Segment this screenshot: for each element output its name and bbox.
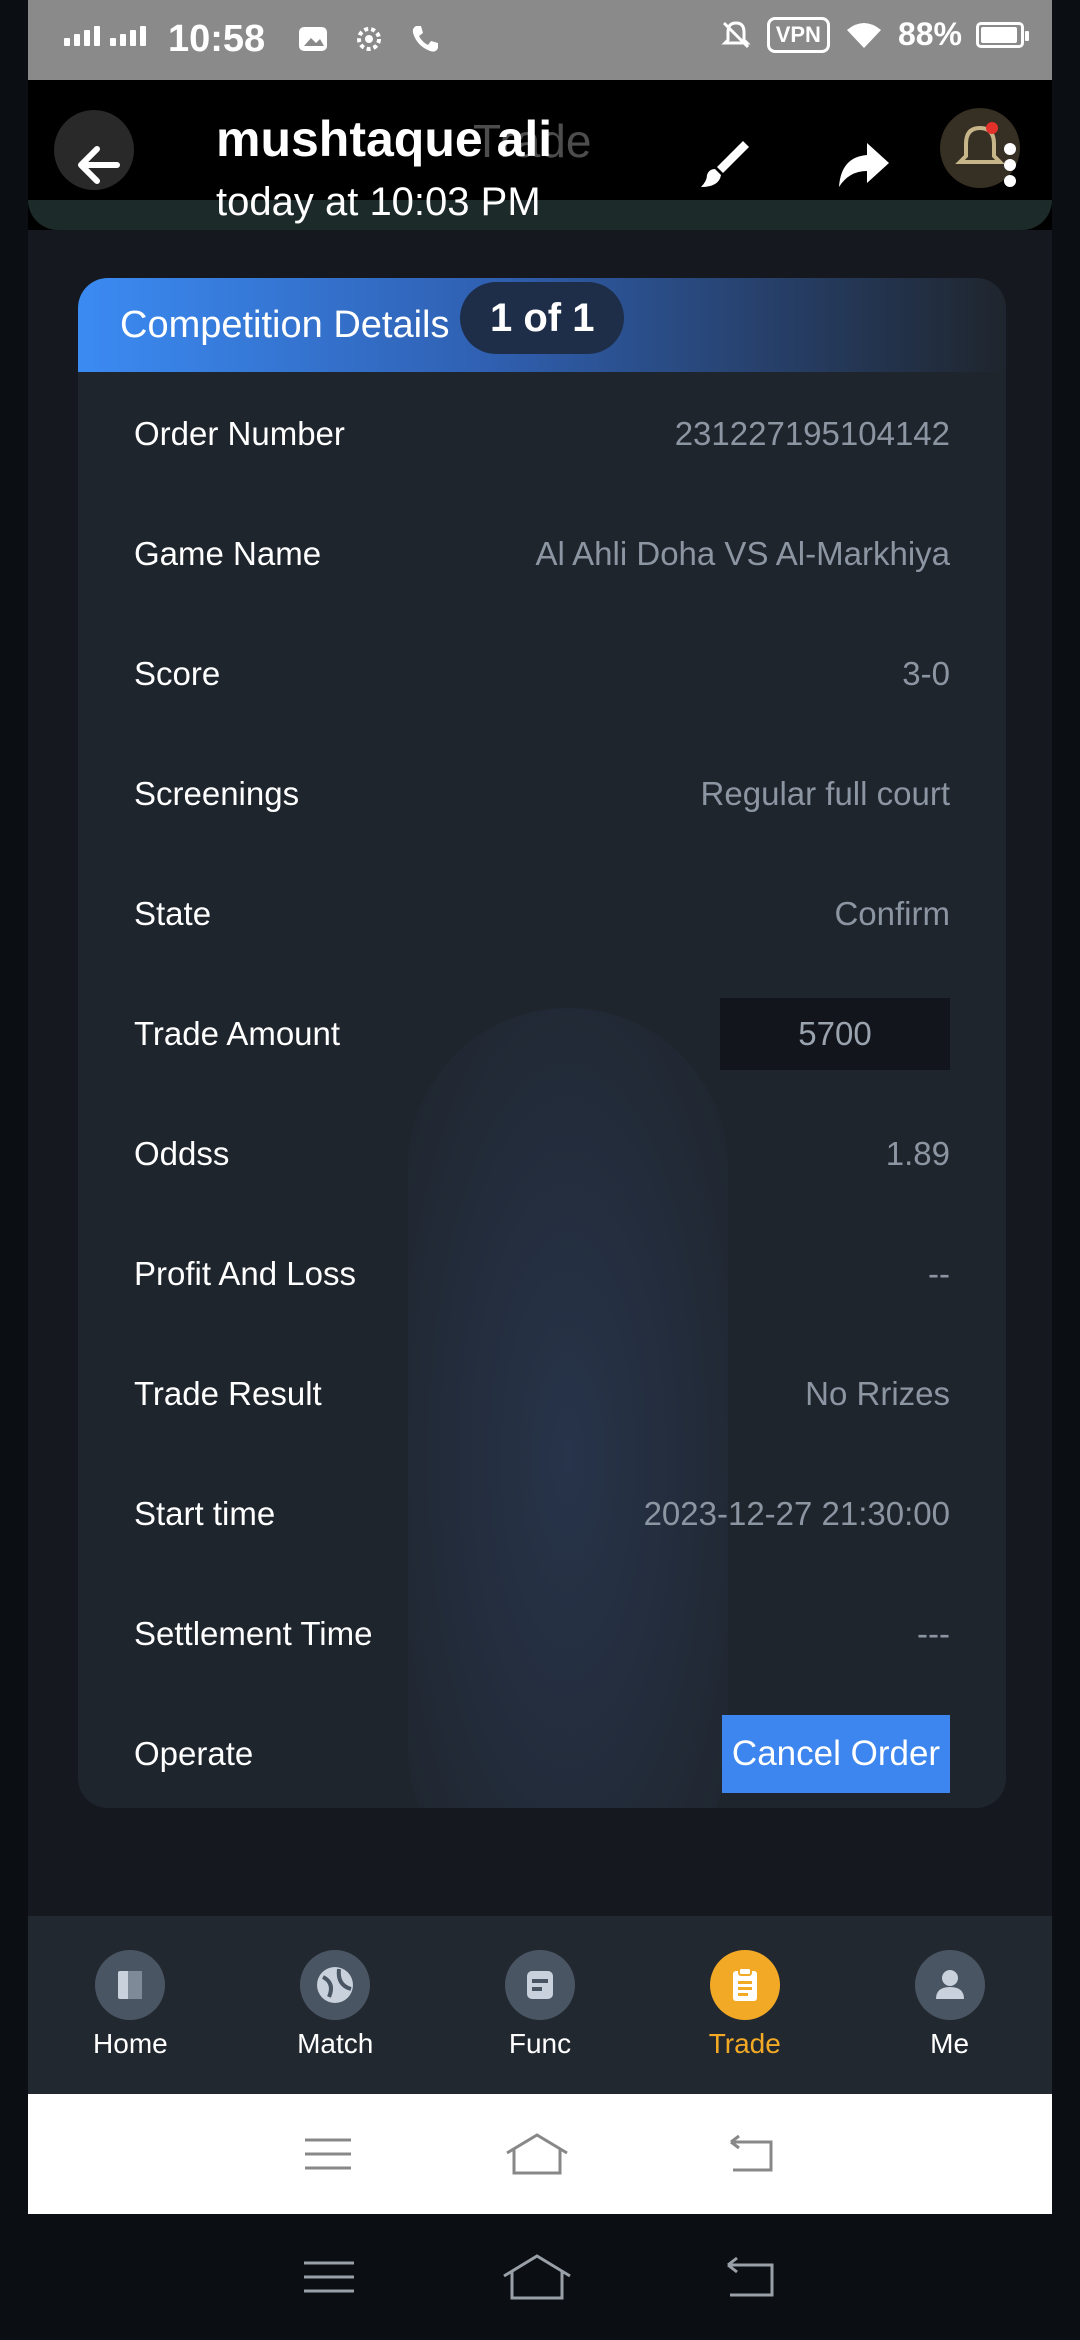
row-value: Confirm: [834, 895, 950, 932]
card-title: Competition Details: [120, 303, 450, 346]
home-icon[interactable]: [499, 2250, 575, 2304]
row-value: Regular full court: [700, 775, 950, 812]
message-timestamp: today at 10:03 PM: [216, 180, 541, 224]
row-label: Order Number: [134, 415, 345, 452]
mute-notification-icon: [721, 20, 751, 48]
inner-system-nav: [28, 2094, 1052, 2214]
row-value: 2023-12-27 21:30:00: [643, 1495, 950, 1532]
row-label: Oddss: [134, 1135, 230, 1172]
nav-item-func[interactable]: Func: [460, 1950, 620, 2060]
row-value: 1.89: [885, 1135, 950, 1172]
row-label: Game Name: [134, 535, 322, 572]
document-icon: [504, 1950, 575, 2020]
signal-icon: [64, 26, 146, 46]
row-order-number: Order Number 231227195104142: [134, 394, 950, 474]
gallery-icon: [299, 27, 327, 51]
door-icon: [95, 1950, 166, 2020]
row-value: 231227195104142: [674, 415, 950, 452]
row-value: ---: [917, 1615, 950, 1652]
system-nav: [0, 2214, 1080, 2340]
clipboard-icon: [709, 1950, 780, 2020]
nav-label: Func: [508, 2028, 572, 2059]
row-value: --: [928, 1255, 950, 1292]
app-screen: 10:58 VPN 88% Trade mushtaque ali today …: [28, 0, 1052, 2214]
row-label: Trade Result: [134, 1375, 322, 1412]
status-time: 10:58: [168, 18, 266, 60]
nav-label: Me: [930, 2028, 970, 2059]
row-game-name: Game Name Al Ahli Doha VS Al-Markhiya: [134, 514, 950, 594]
row-label: State: [134, 895, 212, 932]
row-label: Screenings: [134, 775, 300, 812]
row-label: Start time: [134, 1495, 276, 1532]
row-label: Settlement Time: [134, 1615, 373, 1652]
brush-icon: [701, 141, 749, 187]
edit-button[interactable]: [688, 130, 758, 200]
row-settlement-time: Settlement Time ---: [134, 1594, 950, 1674]
ball-icon: [300, 1950, 371, 2020]
forward-icon: [839, 143, 889, 187]
row-value: Al Ahli Doha VS Al-Markhiya: [535, 535, 950, 572]
sender-name: mushtaque ali: [216, 111, 553, 167]
arrow-left-icon: [78, 146, 120, 184]
phone-icon: [412, 26, 438, 52]
share-button[interactable]: [828, 130, 898, 200]
user-icon: [914, 1950, 985, 2020]
nav-label: Home: [93, 2028, 168, 2059]
trade-amount-value: 5700: [720, 998, 950, 1070]
nav-item-match[interactable]: Match: [255, 1950, 415, 2060]
competition-details-card: Competition Details Order Number 2312271…: [78, 278, 1006, 1808]
nav-label: Trade: [708, 2028, 781, 2059]
row-trade-result: Trade Result No Rrizes: [134, 1354, 950, 1434]
row-odds: Oddss 1.89: [134, 1114, 950, 1194]
cancel-order-button[interactable]: Cancel Order: [722, 1715, 950, 1793]
nav-item-home[interactable]: Home: [50, 1950, 210, 2060]
row-label: Operate: [134, 1735, 254, 1772]
vpn-badge: VPN: [766, 16, 830, 53]
back-button[interactable]: [54, 120, 144, 210]
row-start-time: Start time 2023-12-27 21:30:00: [134, 1474, 950, 1554]
viewer-header: Trade mushtaque ali today at 10:03 PM: [28, 80, 1052, 230]
settings-icon: [357, 27, 381, 51]
menu-icon[interactable]: [303, 2134, 353, 2174]
nav-label: Match: [297, 2028, 374, 2059]
back-icon[interactable]: [721, 2132, 777, 2176]
row-screenings: Screenings Regular full court: [134, 754, 950, 834]
more-options-button[interactable]: [990, 130, 1030, 200]
image-counter: 1 of 1: [460, 282, 625, 354]
menu-icon[interactable]: [302, 2257, 356, 2297]
row-operate: Operate Cancel Order: [134, 1714, 950, 1794]
row-score: Score 3-0: [134, 634, 950, 714]
nav-item-trade[interactable]: Trade: [665, 1950, 825, 2060]
row-trade-amount: Trade Amount 5700: [134, 994, 950, 1074]
row-label: Score: [134, 655, 221, 692]
home-icon[interactable]: [502, 2129, 572, 2179]
bottom-nav: Home Match Func Trade Me: [28, 1916, 1052, 2094]
nav-item-me[interactable]: Me: [870, 1950, 1030, 2060]
row-label: Trade Amount: [134, 1015, 341, 1052]
battery-level: 88%: [897, 16, 962, 52]
wifi-icon: [846, 22, 881, 48]
row-label: Profit And Loss: [134, 1255, 356, 1292]
row-value: 3-0: [902, 655, 950, 692]
status-bar: 10:58 VPN 88%: [28, 0, 1052, 80]
battery-icon: [976, 21, 1029, 48]
row-state: State Confirm: [134, 874, 950, 954]
row-profit-and-loss: Profit And Loss --: [134, 1234, 950, 1314]
row-value: No Rrizes: [805, 1375, 950, 1412]
more-vertical-icon: [1004, 143, 1016, 187]
back-icon[interactable]: [718, 2253, 778, 2301]
